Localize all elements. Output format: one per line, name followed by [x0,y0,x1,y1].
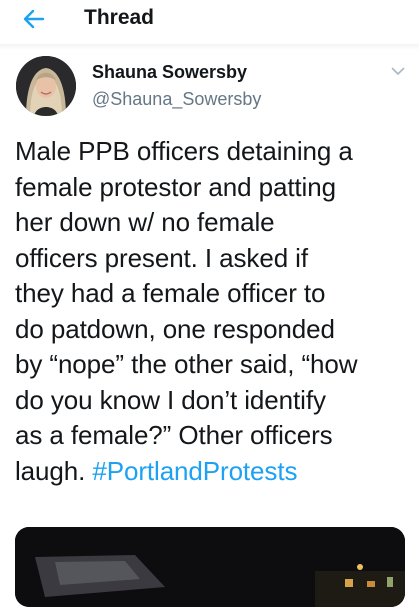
tweet-line: by “nope” the other said, “how [15,349,358,379]
tweet-line: as a female?” Other officers [15,420,333,450]
tweet-body: Male PPB officers detaining a female pro… [15,134,413,489]
tweet-line: do patdown, one responded [15,313,335,344]
profile-photo [16,56,76,116]
tweet-line: they had a female officer to [15,278,326,308]
author-display-name[interactable]: Shauna Sowersby [92,60,382,84]
tweet-line: officers present. I asked if [15,242,308,273]
header-divider [0,44,419,50]
tweet-line: her down w/ no female [15,207,275,237]
hashtag-link[interactable]: #PortlandProtests [92,456,297,486]
back-button[interactable] [14,4,54,34]
avatar[interactable] [16,56,76,116]
top-bar: Thread [0,0,419,45]
tweet-line-text: laugh. [15,455,93,486]
page-title: Thread [84,6,155,29]
tweet-author: Shauna Sowersby @Shauna_Sowersby [92,60,382,111]
tweet-line: female protestor and patting [15,171,336,202]
night-photo [15,527,405,607]
tweet-line: do you know I don’t identify [15,384,326,415]
tweet-menu-button[interactable] [387,62,409,80]
arrow-left-icon [23,9,45,29]
chevron-down-icon [391,67,405,75]
tweet-media[interactable] [15,527,405,607]
tweet-line: Male PPB officers detaining a [15,136,353,166]
tweet-last-line: laugh. #PortlandProtests [15,454,413,490]
author-handle[interactable]: @Shauna_Sowersby [92,87,382,111]
